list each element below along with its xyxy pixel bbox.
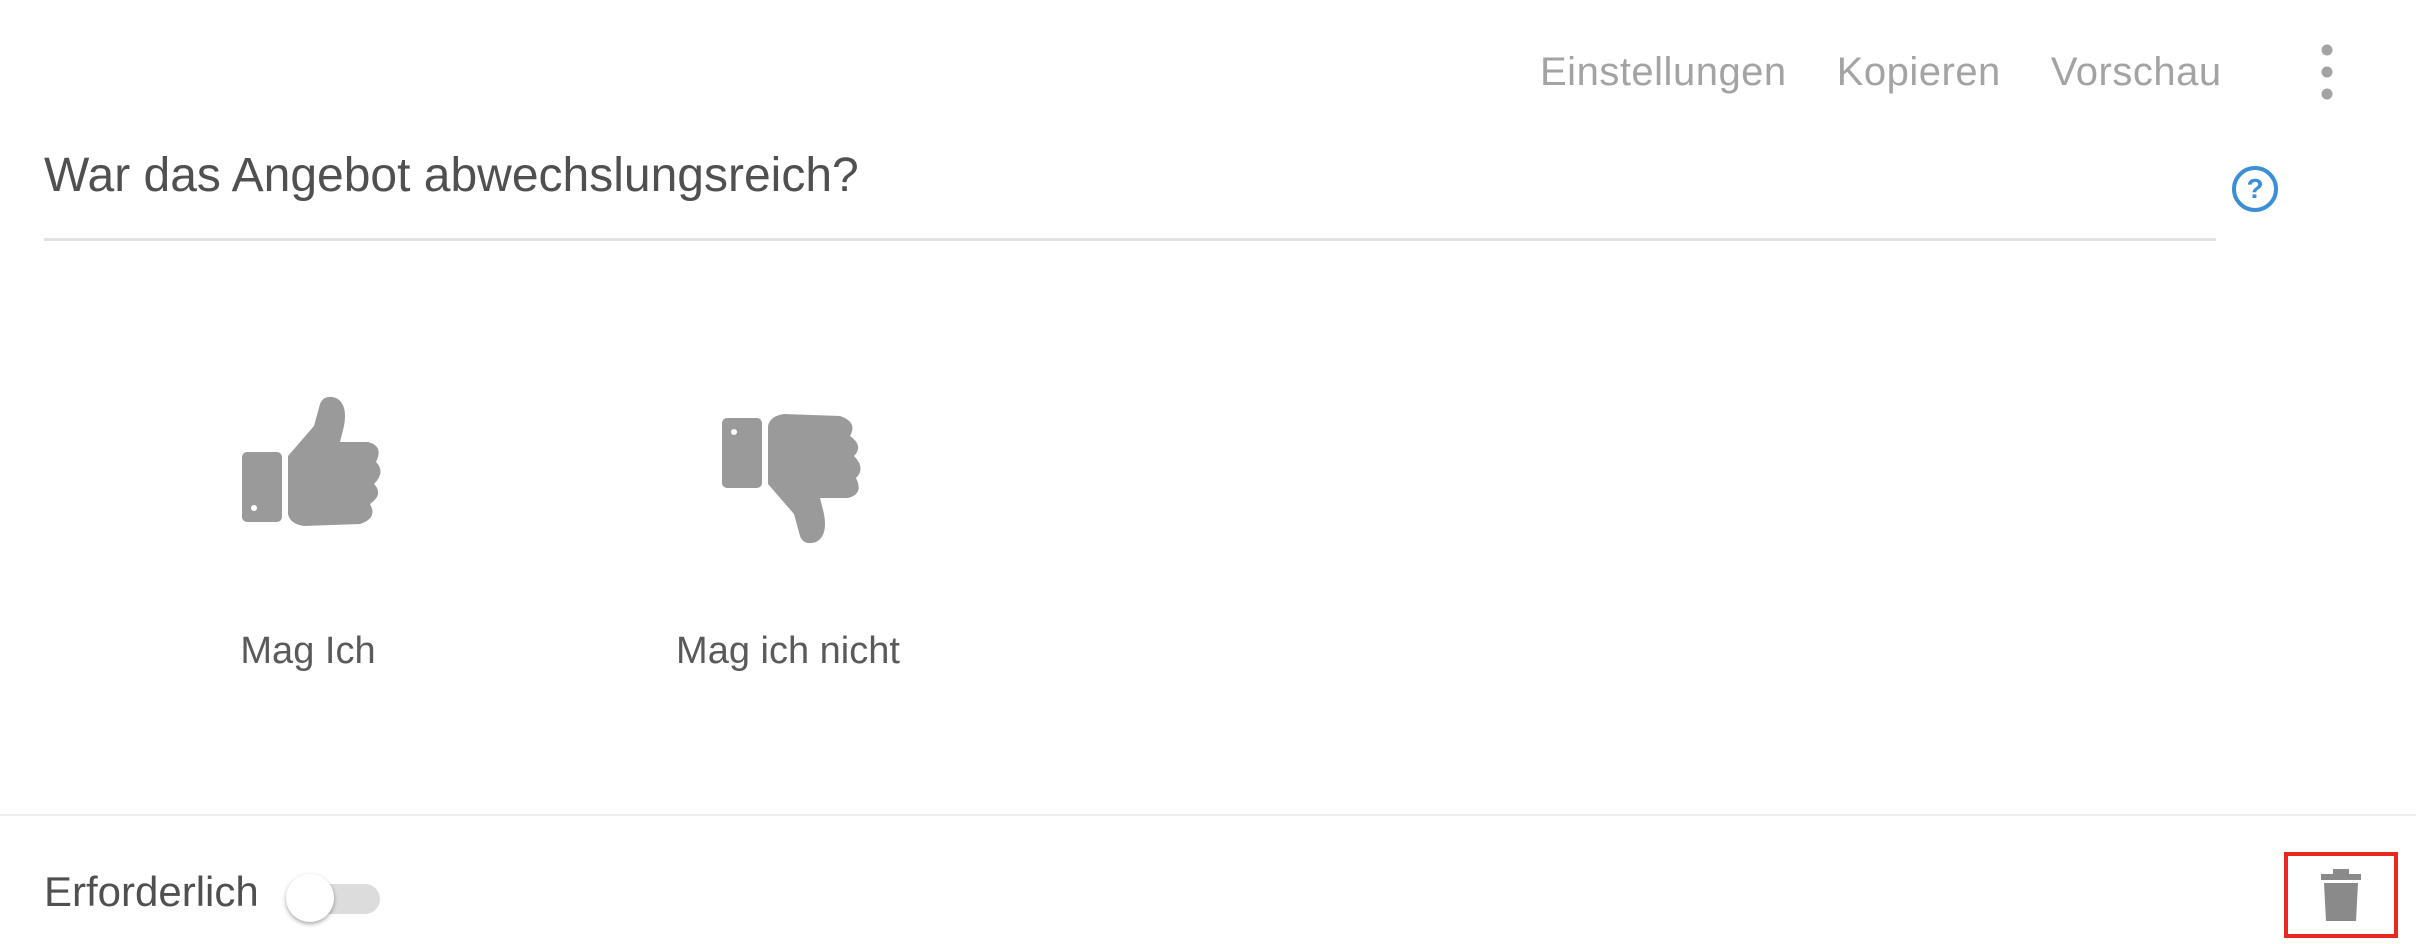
settings-link[interactable]: Einstellungen	[1540, 50, 1787, 95]
toggle-knob	[286, 874, 334, 922]
copy-link[interactable]: Kopieren	[1837, 50, 2001, 95]
question-toolbar: Einstellungen Kopieren Vorschau	[1540, 40, 2222, 104]
required-toggle[interactable]	[284, 872, 384, 924]
svg-text:?: ?	[2246, 173, 2263, 204]
thumbs-up-icon	[242, 396, 381, 526]
option-dislike-label: Mag ich nicht	[676, 630, 900, 672]
help-circle-icon[interactable]: ?	[2230, 164, 2280, 214]
option-dislike[interactable]: Mag ich nicht	[608, 390, 968, 673]
thumbs-down-icon	[722, 414, 861, 544]
more-vertical-icon[interactable]	[2312, 42, 2342, 102]
preview-link[interactable]: Vorschau	[2051, 50, 2222, 95]
option-like-label: Mag Ich	[240, 630, 376, 672]
question-editor: Einstellungen Kopieren Vorschau War das …	[0, 0, 2416, 944]
required-label: Erforderlich	[44, 868, 259, 915]
question-title[interactable]: War das Angebot abwechslungsreich?	[44, 148, 859, 203]
question-underline	[44, 238, 2216, 241]
delete-button[interactable]	[2284, 852, 2398, 938]
option-like[interactable]: Mag Ich	[128, 390, 488, 673]
trash-icon	[2321, 869, 2361, 921]
footer-divider	[0, 814, 2416, 816]
